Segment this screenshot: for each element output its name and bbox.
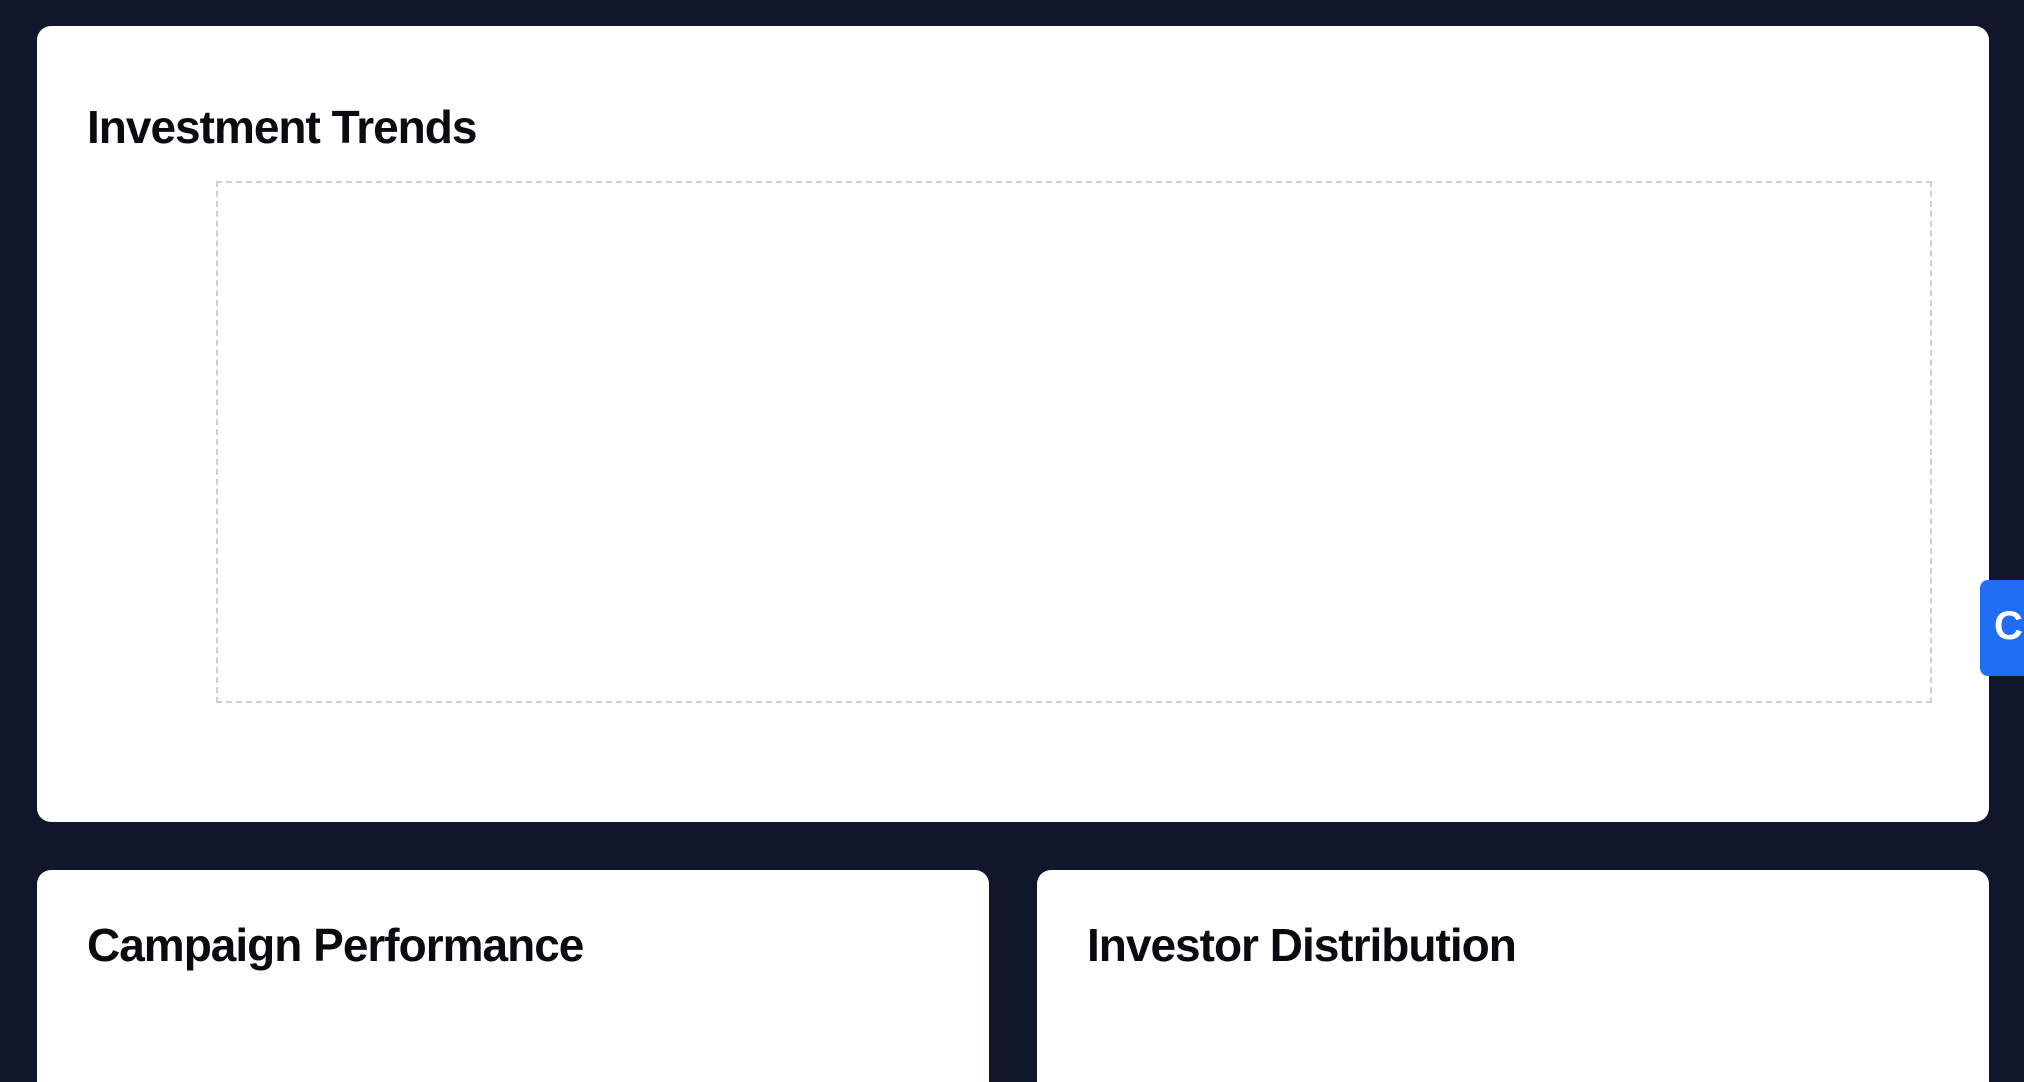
investor-distribution-title: Investor Distribution bbox=[1087, 919, 1517, 971]
campaign-performance-title: Campaign Performance bbox=[87, 919, 584, 971]
investor-distribution-card: Investor Distribution bbox=[1037, 870, 1989, 1082]
side-tab-label: C bbox=[1994, 604, 2023, 648]
investment-trends-title: Investment Trends bbox=[87, 101, 477, 153]
investment-trends-chart-area bbox=[216, 181, 1932, 703]
investment-trends-card: Investment Trends bbox=[37, 26, 1989, 822]
dashboard-page: Investment Trends Campaign Performance I… bbox=[0, 0, 2024, 1082]
campaign-performance-card: Campaign Performance bbox=[37, 870, 989, 1082]
side-tab-button[interactable]: C bbox=[1980, 580, 2024, 676]
